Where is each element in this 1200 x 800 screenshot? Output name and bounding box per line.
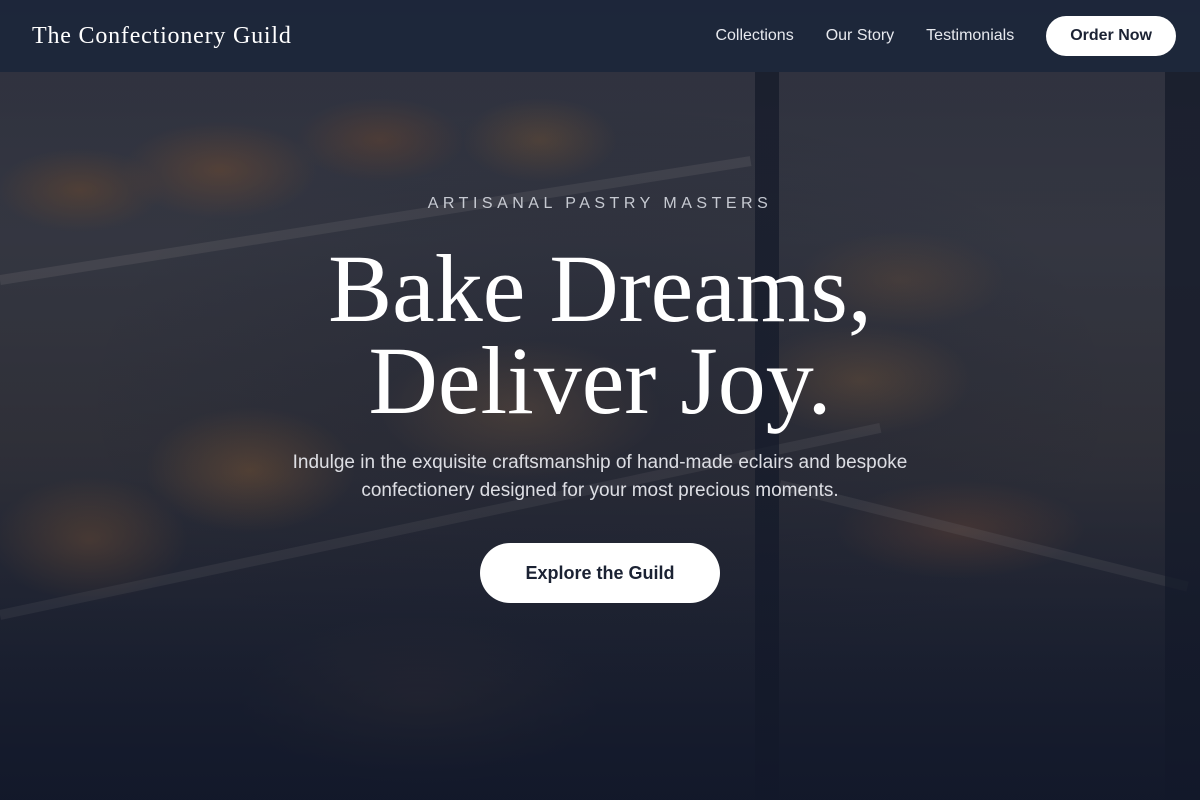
hero-headline-line-1: Bake Dreams, bbox=[328, 235, 872, 342]
nav-link-our-story[interactable]: Our Story bbox=[826, 27, 894, 45]
explore-the-guild-button[interactable]: Explore the Guild bbox=[480, 543, 720, 603]
hero-headline-line-2: Deliver Joy. bbox=[368, 327, 832, 434]
brand-logo-text[interactable]: The Confectionery Guild bbox=[32, 23, 292, 50]
order-now-button[interactable]: Order Now bbox=[1046, 16, 1176, 56]
hero-headline: Bake Dreams, Deliver Joy. bbox=[0, 235, 1200, 434]
hero-eyebrow-text: ARTISANAL PASTRY MASTERS bbox=[427, 195, 773, 212]
nav-link-testimonials[interactable]: Testimonials bbox=[926, 27, 1014, 45]
nav-link-collections[interactable]: Collections bbox=[715, 27, 793, 45]
hero-section: ARTISANAL PASTRY MASTERS Bake Dreams, De… bbox=[0, 195, 1200, 603]
hero-subtext: Indulge in the exquisite craftsmanship o… bbox=[292, 452, 908, 501]
landing-page: The Confectionery Guild Collections Our … bbox=[0, 0, 1200, 800]
nav-links: Collections Our Story Testimonials Order… bbox=[715, 16, 1176, 56]
top-navigation-bar: The Confectionery Guild Collections Our … bbox=[0, 0, 1200, 72]
